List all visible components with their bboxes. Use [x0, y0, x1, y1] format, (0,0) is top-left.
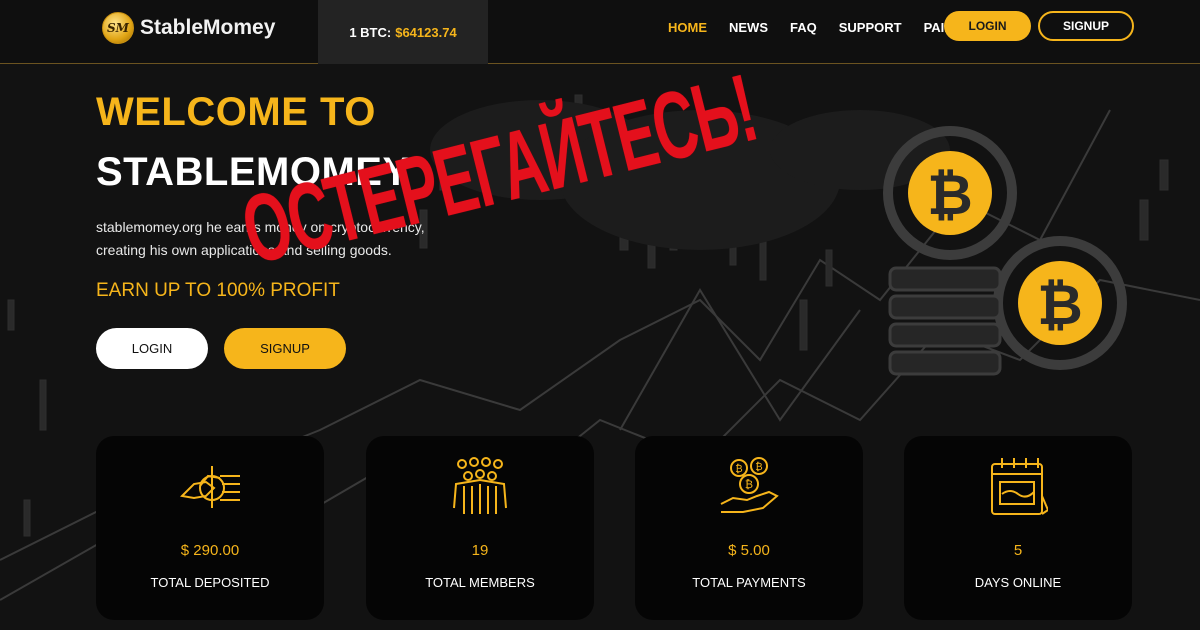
stat-card-payments: ₿ ₿ ₿ $ 5.00 TOTAL PAYMENTS	[635, 436, 863, 620]
btc-price-value: $64123.74	[395, 24, 457, 40]
stat-value-payments: $ 5.00	[728, 542, 770, 559]
bitcoin-hand-icon: ₿ ₿ ₿	[720, 457, 779, 513]
logo-mark-icon: SM	[102, 12, 134, 44]
btc-price-label: 1 BTC:	[349, 24, 392, 40]
nav-faq[interactable]: FAQ	[790, 20, 817, 35]
logo-text: StableMomey	[140, 16, 276, 39]
svg-text:₿: ₿	[735, 463, 742, 475]
hero-login-button[interactable]: LOGIN	[96, 328, 208, 369]
stat-card-days-online: 5 DAYS ONLINE	[904, 436, 1132, 620]
stat-value-deposited: $ 290.00	[180, 542, 240, 559]
logo[interactable]: SM StableMomey	[102, 12, 275, 44]
stat-label-payments: TOTAL PAYMENTS	[692, 575, 806, 590]
header-login-button[interactable]: LOGIN	[944, 11, 1031, 41]
nav-home[interactable]: HOME	[668, 20, 707, 35]
hero-signup-button[interactable]: SIGNUP	[224, 328, 346, 369]
members-icon	[453, 457, 507, 514]
nav-news[interactable]: NEWS	[729, 20, 768, 35]
stat-label-members: TOTAL MEMBERS	[425, 575, 535, 590]
btc-price-box: 1 BTC: $64123.74	[318, 0, 488, 64]
header-signup-button[interactable]: SIGNUP	[1038, 11, 1134, 41]
handshake-icon	[180, 466, 240, 508]
calendar-icon	[991, 458, 1048, 515]
svg-text:₿: ₿	[927, 163, 973, 228]
stat-card-members: 19 TOTAL MEMBERS	[366, 436, 594, 620]
stat-card-deposited: $ 290.00 TOTAL DEPOSITED	[96, 436, 324, 620]
svg-text:₿: ₿	[1037, 273, 1083, 338]
nav-support[interactable]: SUPPORT	[839, 20, 902, 35]
svg-text:₿: ₿	[755, 461, 762, 473]
stat-value-days-online: 5	[1013, 542, 1023, 559]
stat-value-members: 19	[471, 542, 489, 559]
stat-label-days-online: DAYS ONLINE	[974, 575, 1062, 590]
svg-text:₿: ₿	[745, 478, 753, 491]
bitcoin-coins-icon: ₿ ₿	[883, 126, 1127, 376]
hero-title-line1: WELCOME TO	[96, 90, 376, 134]
hero-earn-text: EARN UP TO 100% PROFIT	[96, 280, 340, 301]
main-nav: HOME NEWS FAQ SUPPORT PAID	[668, 20, 976, 35]
stat-label-deposited: TOTAL DEPOSITED	[150, 575, 270, 590]
site-header: SM StableMomey 1 BTC: $64123.74 HOME NEW…	[0, 0, 1200, 64]
